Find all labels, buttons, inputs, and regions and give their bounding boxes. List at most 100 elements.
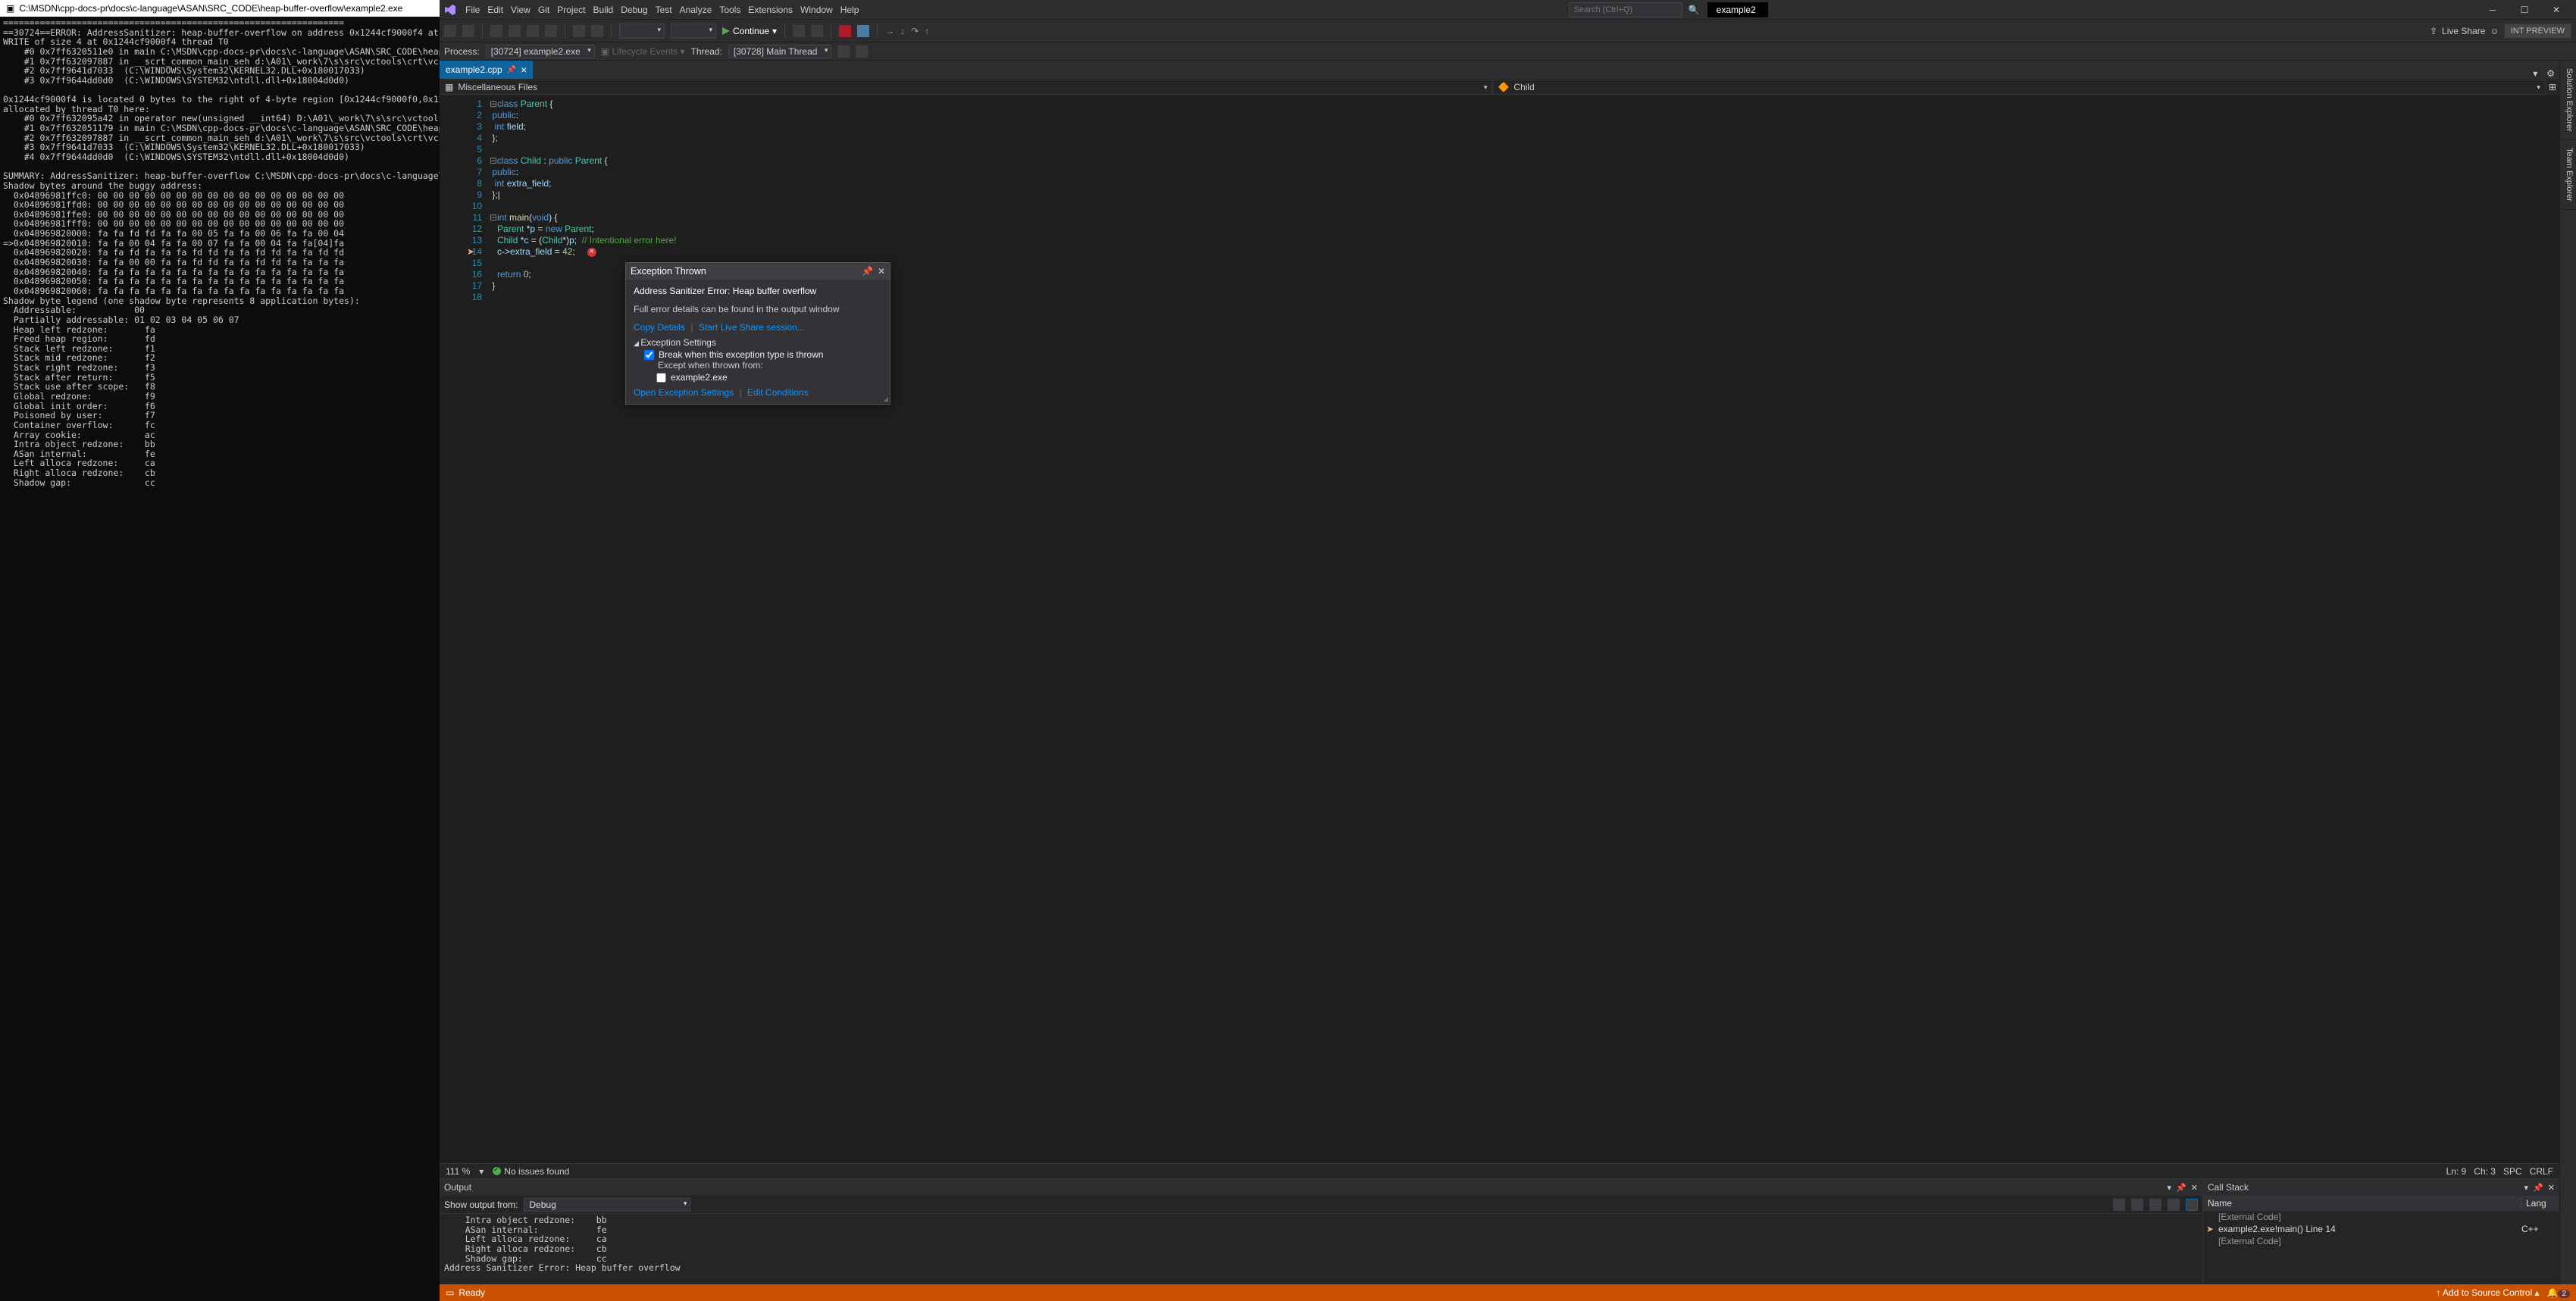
output-icon-3[interactable] [2149, 1199, 2161, 1211]
debug-icon-2[interactable] [811, 25, 823, 37]
live-share-icon[interactable]: ⇪ [2430, 26, 2437, 36]
open-icon[interactable] [509, 25, 521, 37]
side-tab-team-explorer[interactable]: Team Explorer [2560, 140, 2576, 210]
member-dropdown[interactable]: 🔶 Child [1492, 80, 2545, 95]
vs-logo-icon [444, 4, 456, 16]
ready-icon: ▭ [446, 1287, 454, 1298]
menu-tools[interactable]: Tools [719, 5, 740, 15]
restart-button[interactable] [857, 25, 869, 37]
callstack-row[interactable]: ➤example2.exe!main() Line 14C++ [2203, 1223, 2559, 1235]
output-close-icon[interactable]: ✕ [2191, 1183, 2198, 1193]
pin-icon[interactable]: 📌 [507, 66, 516, 74]
save-icon[interactable] [527, 25, 539, 37]
output-source-dropdown[interactable]: Debug [524, 1198, 690, 1212]
new-icon[interactable] [490, 25, 502, 37]
status-bar: ▭Ready ↑ Add to Source Control ▴ 🔔2 [440, 1284, 2576, 1301]
except-item-checkbox[interactable] [656, 373, 666, 383]
lifecycle-button[interactable]: ▣ Lifecycle Events ▾ [601, 46, 685, 57]
output-icon-1[interactable] [2113, 1199, 2125, 1211]
output-pin-icon[interactable]: 📌 [2176, 1183, 2186, 1193]
output-wordwrap-icon[interactable] [2186, 1199, 2198, 1211]
undo-icon[interactable] [573, 25, 585, 37]
menu-project[interactable]: Project [557, 5, 585, 15]
menu-test[interactable]: Test [656, 5, 672, 15]
document-tab-active[interactable]: example2.cpp 📌 × [440, 61, 533, 79]
step-over-icon[interactable]: ↷ [911, 26, 919, 36]
callstack-col-name[interactable]: Name [2203, 1198, 2521, 1209]
debug-icon[interactable] [793, 25, 805, 37]
menu-extensions[interactable]: Extensions [748, 5, 793, 15]
menu-file[interactable]: File [465, 5, 480, 15]
flag-icon[interactable] [837, 45, 850, 58]
side-tab-solution-explorer[interactable]: Solution Explorer [2560, 61, 2576, 140]
start-liveshare-link[interactable]: Start Live Share session... [699, 322, 805, 333]
zoom-level[interactable]: 111 % [446, 1166, 470, 1177]
live-share-button[interactable]: Live Share [2442, 26, 2485, 36]
stop-button[interactable] [839, 25, 851, 37]
indent-indicator: SPC [2503, 1166, 2522, 1177]
callstack-col-lang[interactable]: Lang [2521, 1198, 2559, 1209]
config-dropdown[interactable] [619, 23, 665, 39]
minimize-button[interactable]: ─ [2477, 1, 2508, 19]
visual-studio-window: File Edit View Git Project Build Debug Test Anal… [440, 0, 2576, 1301]
menu-view[interactable]: View [511, 5, 531, 15]
output-icon-2[interactable] [2131, 1199, 2143, 1211]
error-badge-icon[interactable] [587, 248, 596, 257]
feedback-icon[interactable]: ☺ [2490, 26, 2499, 36]
maximize-button[interactable]: ☐ [2509, 1, 2540, 19]
menu-help[interactable]: Help [840, 5, 859, 15]
settings-gear-icon[interactable]: ⚙ [2542, 68, 2559, 79]
menu-git[interactable]: Git [538, 5, 549, 15]
save-all-icon[interactable] [545, 25, 557, 37]
open-exception-settings-link[interactable]: Open Exception Settings [634, 387, 734, 398]
code-editor[interactable]: 123456789101112131415161718 ⊟class Paren… [440, 95, 2559, 1163]
console-icon: ▣ [6, 3, 14, 14]
search-input[interactable] [1569, 2, 1682, 17]
output-icon-4[interactable] [2168, 1199, 2180, 1211]
step-out-icon[interactable]: ↑ [925, 26, 929, 36]
output-text[interactable]: Intra object redzone: bb ASan internal: … [440, 1214, 2202, 1284]
step-next-icon[interactable]: → [885, 26, 894, 36]
copy-details-link[interactable]: Copy Details [634, 322, 685, 333]
scope-dropdown[interactable]: ▦ Miscellaneous Files [440, 80, 1492, 95]
menu-debug[interactable]: Debug [621, 5, 647, 15]
menu-build[interactable]: Build [593, 5, 614, 15]
stack-frame-icon[interactable] [856, 45, 868, 58]
console-output[interactable]: ========================================… [0, 17, 440, 1301]
callstack-row[interactable]: [External Code] [2203, 1211, 2559, 1223]
popup-close-icon[interactable]: ✕ [878, 266, 885, 277]
break-when-label: Break when this exception type is thrown [659, 349, 823, 360]
exception-settings-header[interactable]: Exception Settings [634, 337, 882, 348]
callstack-pin-icon[interactable]: 📌 [2533, 1183, 2543, 1193]
forward-icon[interactable] [462, 25, 474, 37]
int-preview-button[interactable]: INT PREVIEW [2504, 23, 2571, 39]
platform-dropdown[interactable] [671, 23, 716, 39]
redo-icon[interactable] [591, 25, 603, 37]
step-into-icon[interactable]: ↓ [900, 26, 905, 36]
menu-window[interactable]: Window [800, 5, 833, 15]
notifications-button[interactable]: 🔔2 [2546, 1287, 2570, 1298]
callstack-close-icon[interactable]: ✕ [2548, 1183, 2555, 1193]
callstack-row[interactable]: [External Code] [2203, 1235, 2559, 1247]
continue-button[interactable]: Continue ▾ [722, 26, 777, 36]
back-icon[interactable] [444, 25, 456, 37]
output-dropdown-icon[interactable]: ▾ [2168, 1183, 2172, 1193]
process-dropdown[interactable]: [30724] example2.exe [486, 45, 595, 58]
thread-dropdown[interactable]: [30728] Main Thread [728, 45, 832, 58]
menu-analyze[interactable]: Analyze [680, 5, 712, 15]
break-when-thrown-checkbox[interactable] [644, 350, 654, 360]
console-title-text: C:\MSDN\cpp-docs-pr\docs\c-language\ASAN… [19, 3, 402, 14]
search-icon[interactable]: 🔍 [1689, 5, 1700, 15]
editor-status-bar: 111 % ▾ No issues found Ln: 9 Ch: 3 SPC … [440, 1163, 2559, 1178]
main-toolbar: Continue ▾ → ↓ ↷ ↑ ⇪ Live Share ☺ INT PR… [440, 20, 2576, 42]
close-tab-icon[interactable]: × [521, 64, 527, 76]
popup-pin-icon[interactable]: 📌 [862, 266, 873, 277]
doc-dropdown-icon[interactable]: ▾ [2528, 68, 2542, 79]
resize-grip-icon[interactable]: ◢ [884, 396, 888, 402]
menu-edit[interactable]: Edit [487, 5, 503, 15]
add-source-control-button[interactable]: ↑ Add to Source Control ▴ [2436, 1287, 2539, 1298]
split-editor-icon[interactable]: ⊞ [2546, 82, 2559, 92]
callstack-dropdown-icon[interactable]: ▾ [2524, 1183, 2529, 1193]
edit-conditions-link[interactable]: Edit Conditions [747, 387, 809, 398]
close-window-button[interactable]: ✕ [2541, 1, 2571, 19]
